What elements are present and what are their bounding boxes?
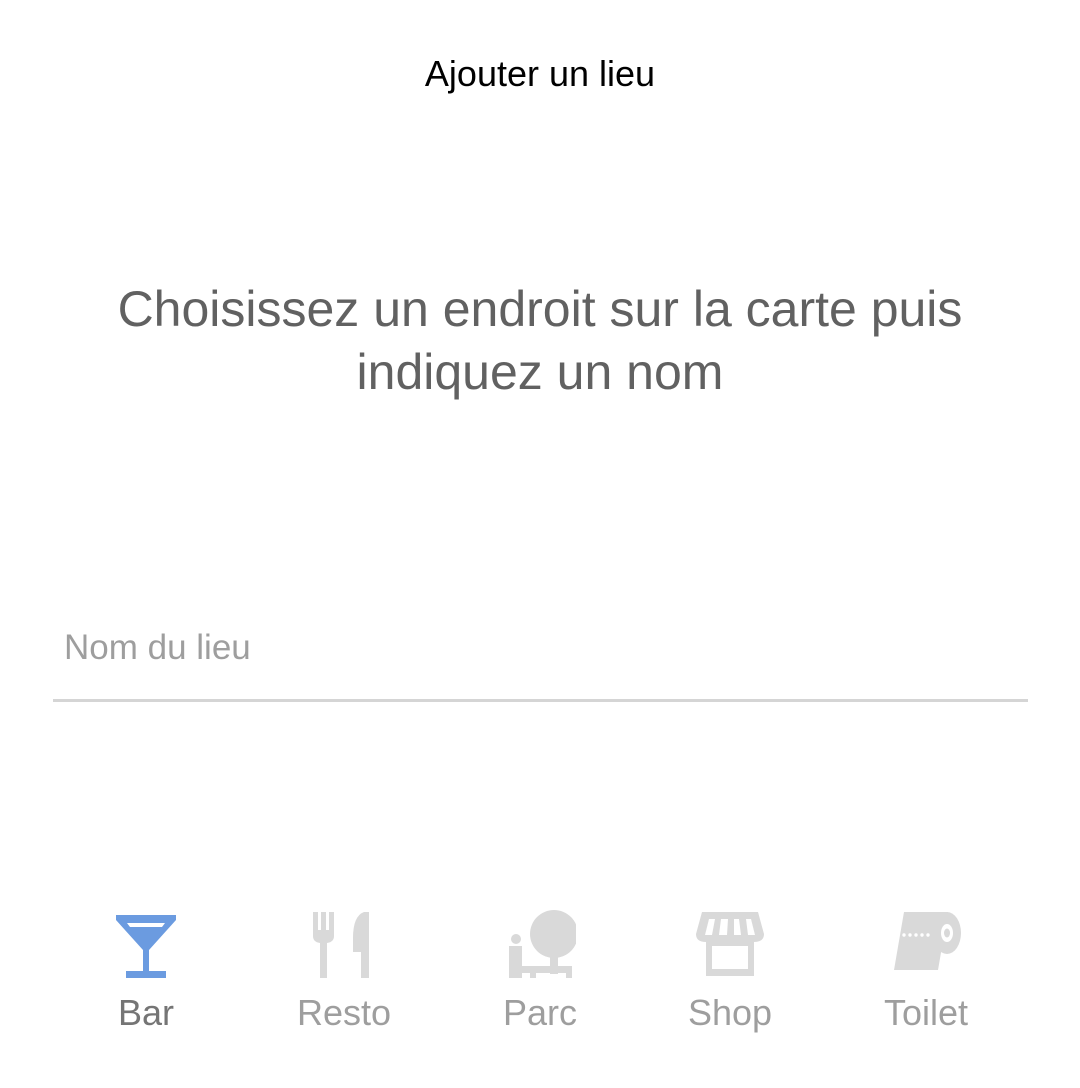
category-toilet-label: Toilet xyxy=(883,992,969,1033)
category-toilet[interactable]: Toilet xyxy=(846,900,1006,1050)
category-resto[interactable]: Resto xyxy=(264,900,424,1050)
fork-knife-icon xyxy=(308,908,380,980)
storefront-icon xyxy=(694,908,766,980)
category-parc[interactable]: Parc xyxy=(460,900,620,1050)
cocktail-glass-icon xyxy=(110,908,182,980)
category-shop-label: Shop xyxy=(687,992,773,1033)
category-bar-label: Bar xyxy=(117,992,175,1033)
park-tree-icon xyxy=(504,908,576,980)
category-selector: Bar Resto Parc Shop Toilet xyxy=(0,900,1080,1050)
category-resto-label: Resto xyxy=(296,992,392,1033)
page-title: Ajouter un lieu xyxy=(424,53,656,94)
place-name-input[interactable] xyxy=(64,624,1004,672)
place-name-field xyxy=(53,610,1028,702)
category-shop[interactable]: Shop xyxy=(650,900,810,1050)
category-bar[interactable]: Bar xyxy=(66,900,226,1050)
toilet-paper-icon xyxy=(890,908,962,980)
category-parc-label: Parc xyxy=(502,992,578,1033)
instruction-text: Choisissez un endroit sur la carte puis … xyxy=(117,281,963,400)
